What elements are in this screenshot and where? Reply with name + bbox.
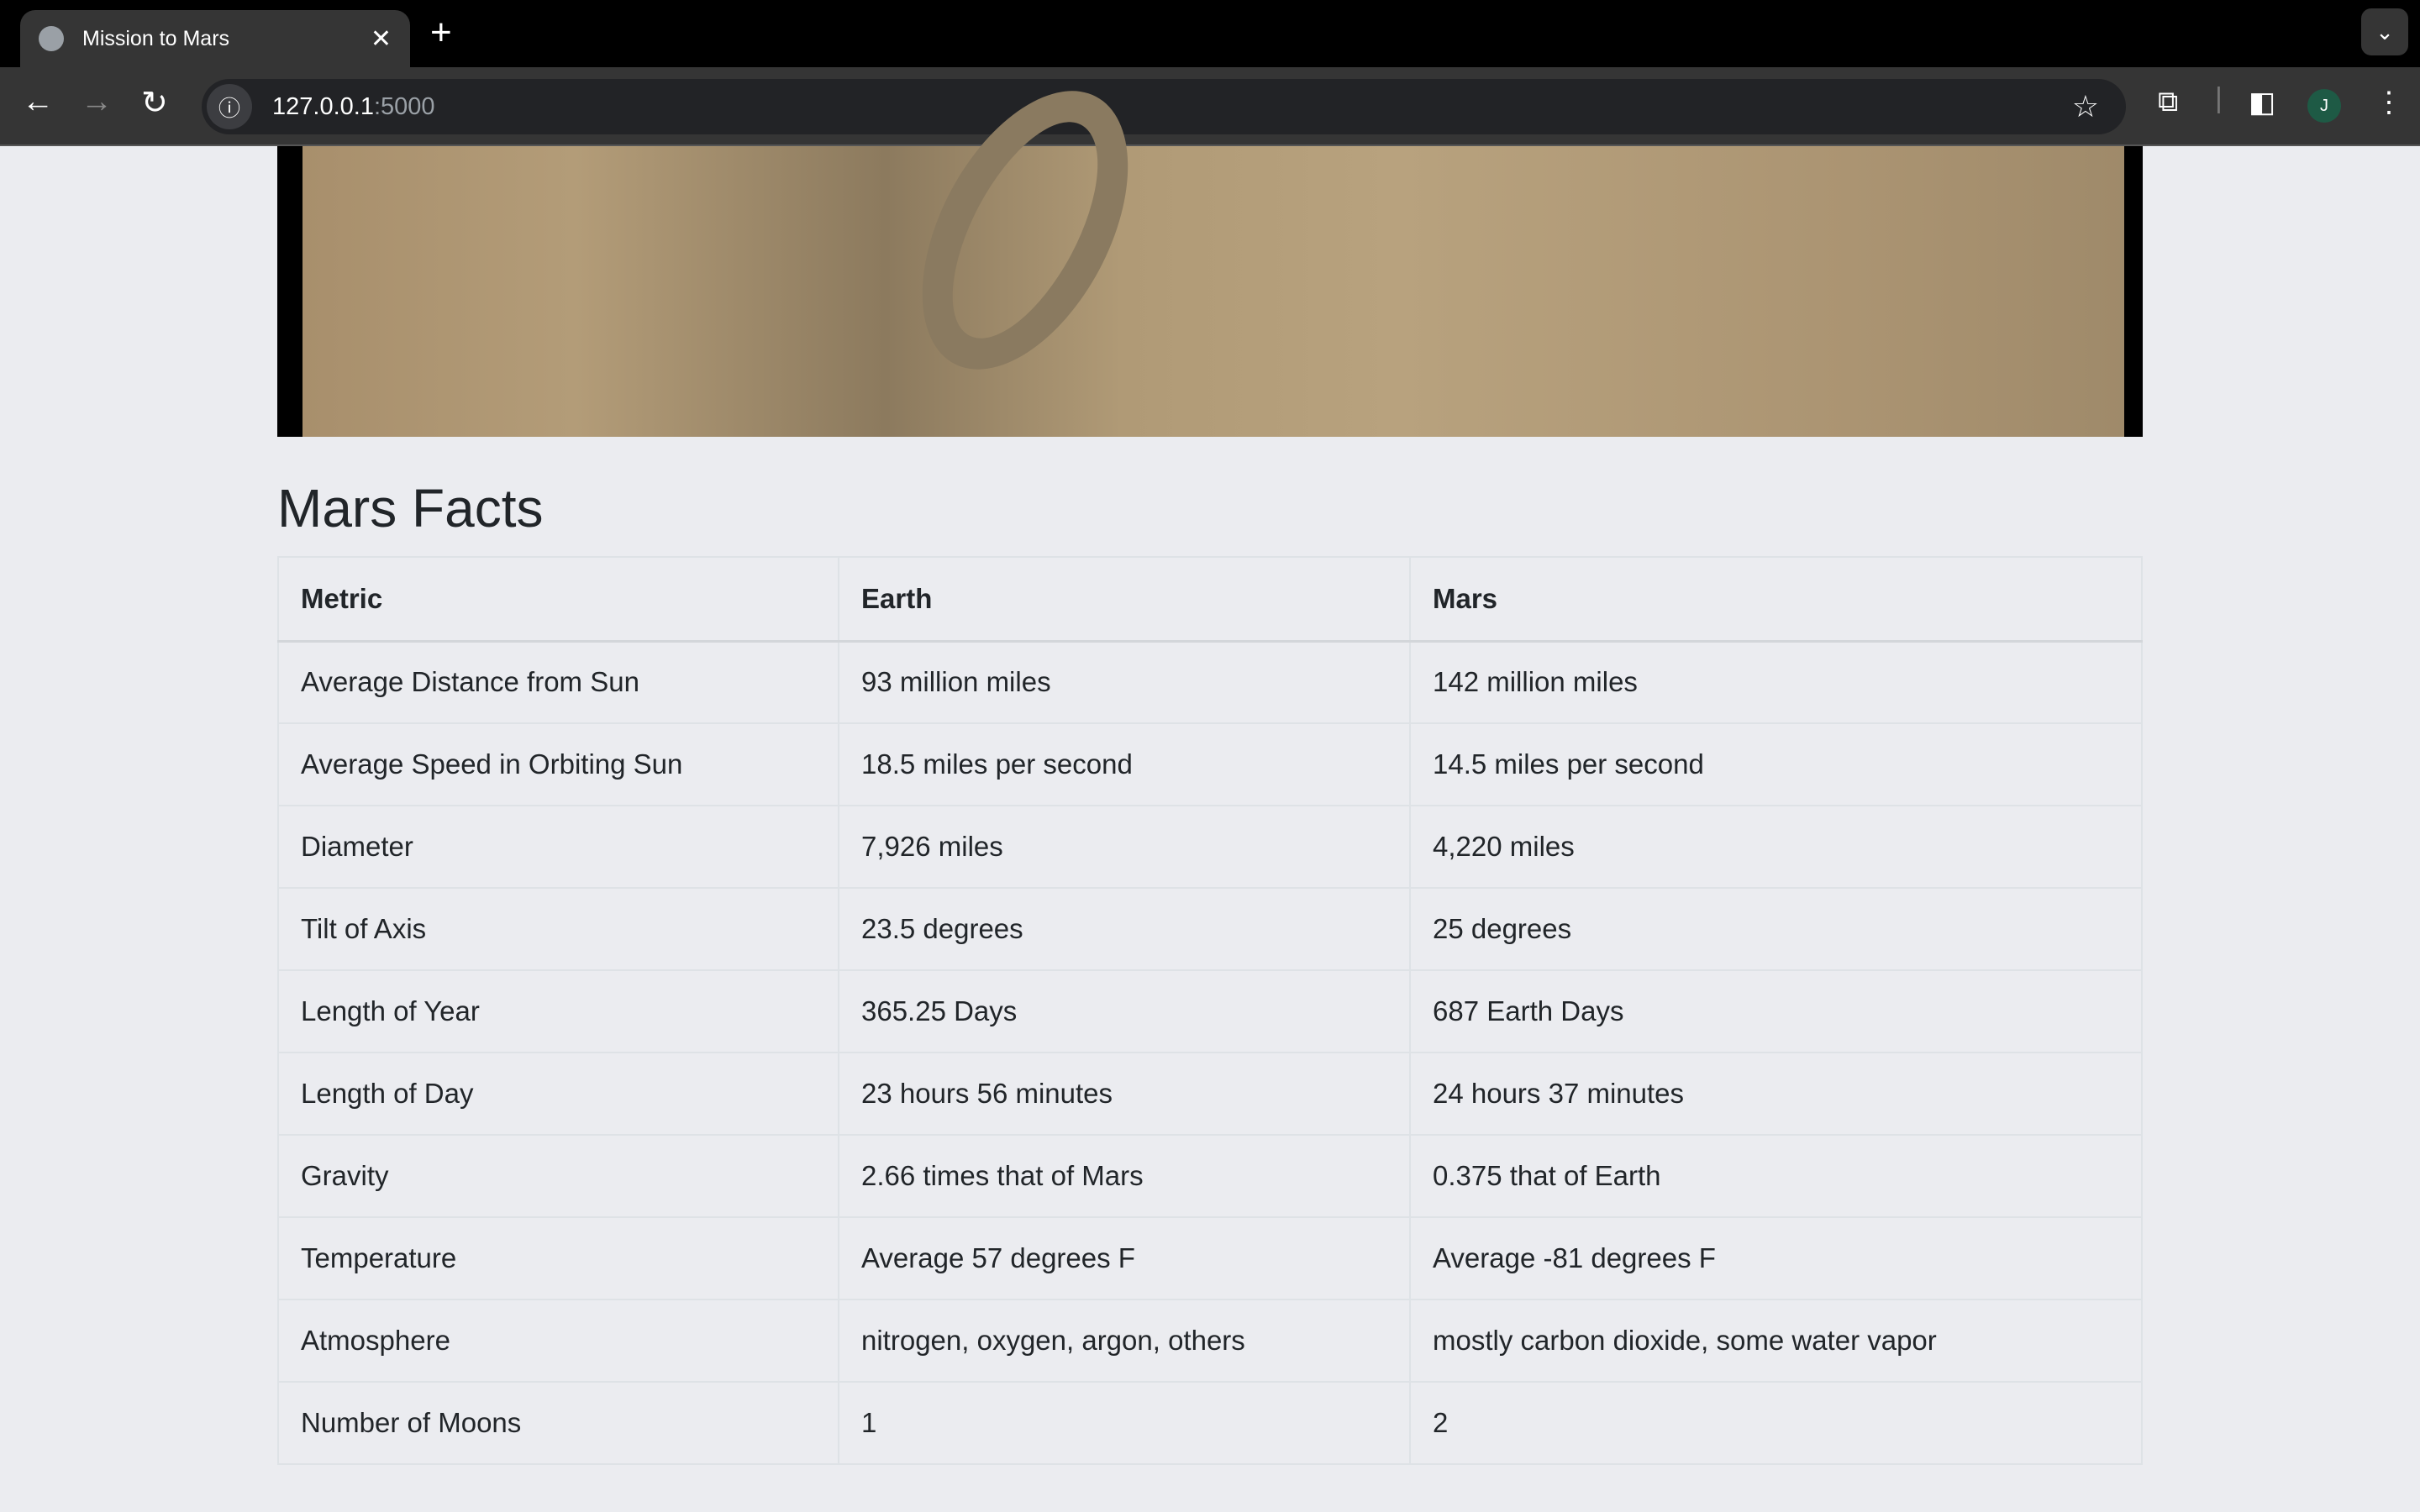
metric-cell: Diameter <box>277 805 839 889</box>
mars-cell: mostly carbon dioxide, some water vapor <box>1409 1299 2143 1383</box>
browser-tab[interactable]: Mission to Mars ✕ <box>20 10 410 67</box>
close-tab-icon[interactable]: ✕ <box>371 24 392 54</box>
table-row: Length of Year 365.25 Days 687 Earth Days <box>277 969 2143 1053</box>
mars-cell: 4,220 miles <box>1409 805 2143 889</box>
forward-icon[interactable]: → <box>81 84 113 120</box>
mars-cell: 142 million miles <box>1409 640 2143 724</box>
url-port: :5000 <box>373 92 435 120</box>
side-panel-icon[interactable]: ◧ <box>2249 86 2275 119</box>
metric-cell: Gravity <box>277 1134 839 1218</box>
earth-cell: 7,926 miles <box>838 805 1411 889</box>
mars-cell: 0.375 that of Earth <box>1409 1134 2143 1218</box>
mars-image <box>302 57 2124 437</box>
earth-cell: 23.5 degrees <box>838 887 1411 971</box>
tab-strip: Mission to Mars ✕ + ⌄ <box>0 0 2420 67</box>
featured-mars-image <box>277 57 2143 437</box>
earth-cell: 18.5 miles per second <box>838 722 1411 806</box>
table-row: Temperature Average 57 degrees F Average -… <box>277 1216 2143 1300</box>
globe-icon <box>39 26 64 51</box>
table-row: Number of Moons 1 2 <box>277 1381 2143 1465</box>
table-row: Diameter 7,926 miles 4,220 miles <box>277 805 2143 889</box>
tab-title: Mission to Mars <box>82 26 230 50</box>
metric-cell: Average Distance from Sun <box>277 640 839 724</box>
page-title: Mars Facts <box>277 478 544 538</box>
table-row: Atmosphere nitrogen, oxygen, argon, other… <box>277 1299 2143 1383</box>
new-tab-button[interactable]: + <box>430 12 452 54</box>
earth-cell: nitrogen, oxygen, argon, others <box>838 1299 1411 1383</box>
earth-cell: 2.66 times that of Mars <box>838 1134 1411 1218</box>
metric-cell: Tilt of Axis <box>277 887 839 971</box>
earth-cell: Average 57 degrees F <box>838 1216 1411 1300</box>
mars-cell: 24 hours 37 minutes <box>1409 1052 2143 1136</box>
reload-icon[interactable]: ↻ <box>141 84 168 122</box>
browser-toolbar: ← → ↻ ⓘ 127.0.0.1:5000 ☆ ⧉ | ◧ J ⋮ <box>0 67 2420 146</box>
site-info-icon[interactable]: ⓘ <box>207 84 252 129</box>
back-icon[interactable]: ← <box>22 84 54 120</box>
address-bar[interactable]: ⓘ 127.0.0.1:5000 ☆ <box>202 79 2126 134</box>
table-row: Gravity 2.66 times that of Mars 0.375 that… <box>277 1134 2143 1218</box>
metric-cell: Temperature <box>277 1216 839 1300</box>
table-row: Tilt of Axis 23.5 degrees 25 degrees <box>277 887 2143 971</box>
earth-cell: 1 <box>838 1381 1411 1465</box>
header-earth: Earth <box>838 556 1411 643</box>
table-row: Average Speed in Orbiting Sun 18.5 miles … <box>277 722 2143 806</box>
metric-cell: Average Speed in Orbiting Sun <box>277 722 839 806</box>
mars-cell: 14.5 miles per second <box>1409 722 2143 806</box>
earth-cell: 365.25 Days <box>838 969 1411 1053</box>
bookmark-star-icon[interactable]: ☆ <box>2072 89 2099 124</box>
mars-cell: 25 degrees <box>1409 887 2143 971</box>
metric-cell: Length of Day <box>277 1052 839 1136</box>
header-metric: Metric <box>277 556 839 643</box>
mars-cell: 2 <box>1409 1381 2143 1465</box>
menu-kebab-icon[interactable]: ⋮ <box>2375 86 2403 119</box>
table-header-row: Metric Earth Mars <box>277 556 2143 643</box>
profile-avatar[interactable]: J <box>2307 89 2341 123</box>
divider: | <box>2215 82 2223 114</box>
metric-cell: Atmosphere <box>277 1299 839 1383</box>
table-row: Length of Day 23 hours 56 minutes 24 hours… <box>277 1052 2143 1136</box>
header-mars: Mars <box>1409 556 2143 643</box>
earth-cell: 23 hours 56 minutes <box>838 1052 1411 1136</box>
earth-cell: 93 million miles <box>838 640 1411 724</box>
tab-search-button[interactable]: ⌄ <box>2361 8 2408 55</box>
url-text[interactable]: 127.0.0.1:5000 <box>272 93 435 121</box>
mars-cell: Average -81 degrees F <box>1409 1216 2143 1300</box>
url-host: 127.0.0.1 <box>272 92 374 120</box>
table-row: Average Distance from Sun 93 million mile… <box>277 640 2143 724</box>
mars-facts-table: Metric Earth Mars Average Distance from … <box>277 556 2143 1465</box>
extensions-icon[interactable]: ⧉ <box>2158 86 2178 118</box>
mars-cell: 687 Earth Days <box>1409 969 2143 1053</box>
metric-cell: Number of Moons <box>277 1381 839 1465</box>
metric-cell: Length of Year <box>277 969 839 1053</box>
